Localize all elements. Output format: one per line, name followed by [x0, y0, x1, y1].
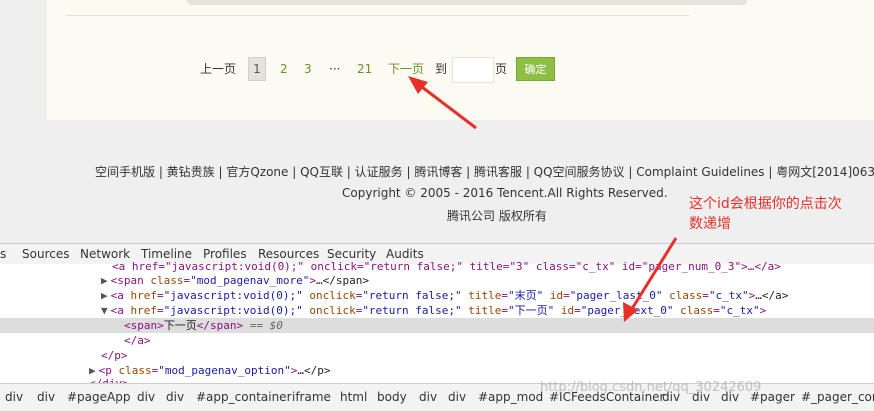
arrow-to-id-attribute: [623, 237, 678, 322]
arrow-to-next-link: [408, 76, 477, 130]
annotation-arrows: [408, 76, 678, 322]
